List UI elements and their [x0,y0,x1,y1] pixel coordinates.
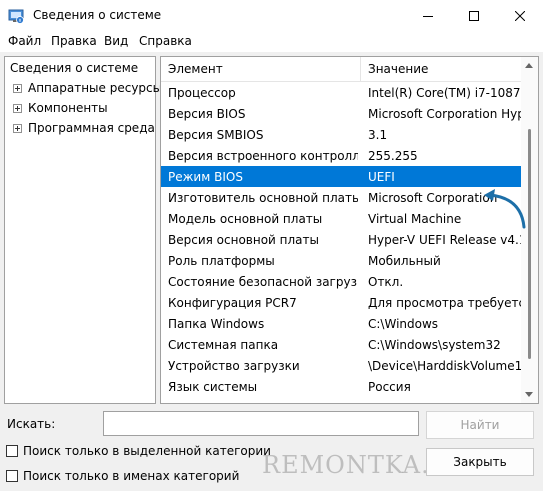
cell-item: Папка Windows [168,317,265,331]
close-button[interactable]: Закрыть [426,448,534,476]
cell-value: \Device\HarddiskVolume1 [368,359,522,373]
scroll-down-icon[interactable] [525,392,533,397]
table-header: Элемент Значение [161,57,522,82]
cell-item: Изготовитель основной платы [168,191,358,205]
cell-item: Версия встроенного контролл... [168,149,358,163]
cell-item: Модель основной платы [168,212,323,226]
cell-value: Россия [368,380,411,394]
vertical-scrollbar[interactable] [521,57,538,403]
table-rows: Процессор Intel(R) Core(TM) i7-10870 Верси… [161,82,522,397]
cell-value: Для просмотра требуетс [368,296,522,310]
table-row[interactable]: Процессор Intel(R) Core(TM) i7-10870 [161,82,522,103]
table-row[interactable]: Версия встроенного контролл... 255.255 [161,145,522,166]
details-table[interactable]: Элемент Значение Процессор Intel(R) Core(… [160,56,539,404]
category-tree[interactable]: Сведения о системе Аппаратные ресурсы Ко… [4,56,162,404]
tree-item-label: Программная среда [28,121,155,135]
checkbox-category-names[interactable] [6,470,18,482]
cell-item: Версия SMBIOS [168,128,264,142]
table-row[interactable]: Модель основной платы Virtual Machine [161,208,522,229]
tree-root[interactable]: Сведения о системе [10,61,138,75]
find-button[interactable]: Найти [426,411,534,439]
checkbox-selected-category[interactable] [6,445,18,457]
cell-item: Режим BIOS [168,170,243,184]
tree-item-label: Аппаратные ресурсы [28,81,163,95]
table-row[interactable]: Язык системы Россия [161,376,522,397]
column-header-value[interactable]: Значение [368,62,428,76]
cell-item: Роль платформы [168,254,275,268]
cell-value: Hyper-V UEFI Release v4.1 [368,233,522,247]
cell-value: C:\Windows [368,317,439,331]
close-icon [515,11,525,21]
cell-value: 3.1 [368,128,388,142]
scroll-thumb[interactable] [528,129,531,359]
cell-value: Intel(R) Core(TM) i7-10870 [368,86,522,100]
search-input[interactable] [103,411,419,436]
close-window-button[interactable] [497,0,543,32]
menu-edit[interactable]: Правка [51,34,97,48]
system-info-icon [8,8,24,24]
minimize-icon [423,16,433,17]
column-header-item[interactable]: Элемент [168,62,223,76]
table-row[interactable]: Конфигурация PCR7 Для просмотра требуетс [161,292,522,313]
cell-item: Версия основной платы [168,233,319,247]
table-row[interactable]: Режим BIOS UEFI [161,166,522,187]
minimize-button[interactable] [405,0,451,32]
expand-plus-icon[interactable] [13,104,22,113]
tree-item-label: Компоненты [28,101,108,115]
table-row[interactable]: Изготовитель основной платы Microsoft Cor… [161,187,522,208]
table-row[interactable]: Версия основной платы Hyper-V UEFI Releas… [161,229,522,250]
table-row[interactable]: Системная папка C:\Windows\system32 [161,334,522,355]
cell-item: Процессор [168,86,236,100]
table-row[interactable]: Состояние безопасной загруз... Откл. [161,271,522,292]
cell-value: Откл. [368,275,404,289]
checkbox-label: Поиск только в именах категорий [23,469,240,483]
annotation-arrow-icon [484,189,526,229]
table-row[interactable]: Версия SMBIOS 3.1 [161,124,522,145]
search-label: Искать: [7,417,56,431]
menu-bar: Файл Правка Вид Справка [0,32,543,52]
title-bar: Сведения о системе [0,0,543,32]
maximize-icon [469,11,479,21]
maximize-button[interactable] [451,0,497,32]
cell-item: Состояние безопасной загруз... [168,275,358,289]
column-divider[interactable] [360,57,361,81]
cell-item: Системная папка [168,338,279,352]
expand-plus-icon[interactable] [13,84,22,93]
menu-help[interactable]: Справка [139,34,192,48]
menu-view[interactable]: Вид [104,34,128,48]
scroll-up-icon[interactable] [525,63,533,68]
cell-item: Устройство загрузки [168,359,300,373]
table-row[interactable]: Папка Windows C:\Windows [161,313,522,334]
checkbox-label: Поиск только в выделенной категории [23,444,271,458]
cell-value: C:\Windows\system32 [368,338,501,352]
window-title: Сведения о системе [33,8,162,22]
table-row[interactable]: Роль платформы Мобильный [161,250,522,271]
expand-plus-icon[interactable] [13,124,22,133]
cell-item: Версия BIOS [168,107,246,121]
cell-item: Язык системы [168,380,258,394]
cell-value: UEFI [368,170,395,184]
cell-value: Мобильный [368,254,441,268]
menu-file[interactable]: Файл [8,34,41,48]
cell-item: Конфигурация PCR7 [168,296,297,310]
table-row[interactable]: Версия BIOS Microsoft Corporation Hyp [161,103,522,124]
cell-value: Microsoft Corporation Hyp [368,107,522,121]
cell-value: 255.255 [368,149,418,163]
table-row[interactable]: Устройство загрузки \Device\HarddiskVolum… [161,355,522,376]
